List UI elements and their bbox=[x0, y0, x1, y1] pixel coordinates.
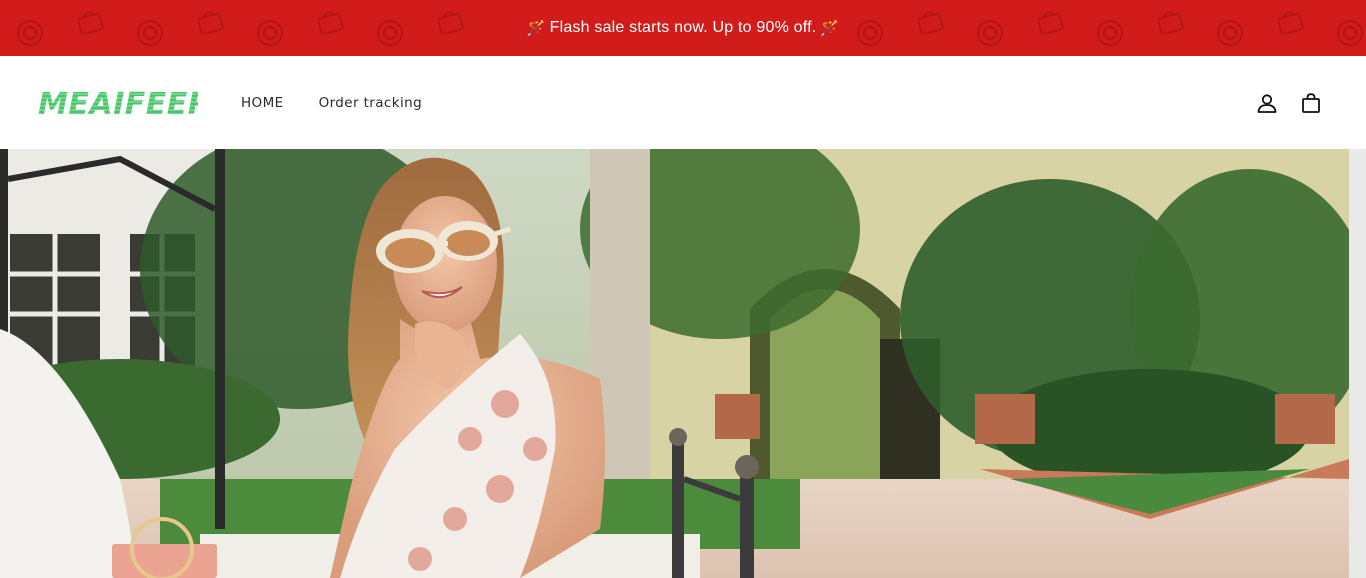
main-nav: HOME Order tracking bbox=[241, 95, 422, 111]
logo[interactable]: MEAIFEER bbox=[38, 83, 198, 123]
nav-order-tracking[interactable]: Order tracking bbox=[319, 95, 423, 111]
logo-text: MEAIFEER bbox=[38, 87, 198, 122]
hero-banner[interactable] bbox=[0, 149, 1366, 578]
nav-home[interactable]: HOME bbox=[241, 95, 284, 111]
magic-wand-icon: 🪄 bbox=[820, 19, 840, 37]
cart-icon[interactable] bbox=[1300, 92, 1322, 114]
announcement-text: Flash sale starts now. Up to 90% off. bbox=[549, 19, 817, 36]
header-icons bbox=[1256, 92, 1322, 114]
magic-wand-icon: 🪄 bbox=[526, 19, 546, 37]
site-header: MEAIFEER HOME Order tracking bbox=[0, 56, 1366, 149]
account-icon[interactable] bbox=[1256, 92, 1278, 114]
announcement-message: 🪄 Flash sale starts now. Up to 90% off. … bbox=[527, 19, 840, 37]
scrollbar-track[interactable] bbox=[1349, 149, 1366, 578]
logo-image: MEAIFEER bbox=[38, 87, 198, 122]
announcement-bar: 🪄 Flash sale starts now. Up to 90% off. … bbox=[0, 0, 1366, 56]
hero-image bbox=[0, 149, 1349, 578]
